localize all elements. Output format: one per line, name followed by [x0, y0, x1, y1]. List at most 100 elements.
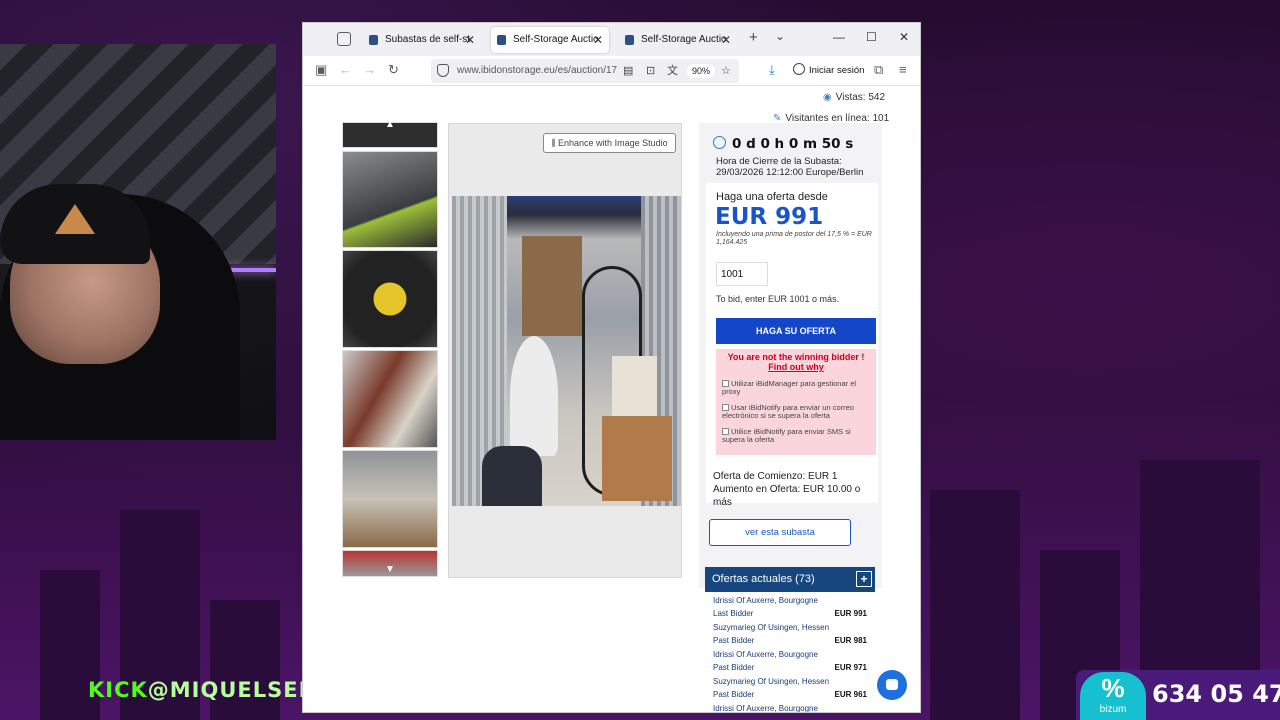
tab-auction-active[interactable]: Self-Storage Auction in ✕	[491, 27, 609, 53]
forward-icon[interactable]: →	[363, 62, 376, 77]
close-tab-icon[interactable]: ✕	[593, 27, 603, 53]
bizum-icon: %	[1101, 673, 1125, 703]
bid-from-label: Haga una oferta desde	[716, 191, 828, 203]
tab-bar: Subastas de self-storage ✕ Self-Storage …	[303, 23, 920, 56]
bid-hint: To bid, enter EUR 1001 o más.	[716, 294, 840, 304]
browser-window: Subastas de self-storage ✕ Self-Storage …	[302, 22, 921, 713]
auction-terms: Oferta de Comienzo: EUR 1 Aumento en Ofe…	[713, 470, 875, 509]
bid-increment: Aumento en Oferta: EUR 10.00 o más	[713, 484, 861, 508]
thumbnail[interactable]	[342, 350, 438, 448]
offers-header: Ofertas actuales (73) +	[705, 567, 875, 592]
bidder-name: Idrissi Of Auxerre, Bourgogne	[713, 704, 818, 713]
option-ibidmanager[interactable]: Utilizar iBidManager para gestionar el p…	[722, 380, 874, 396]
views-count: ◉ Vistas: 542	[823, 92, 885, 103]
reload-icon[interactable]: ↻	[388, 62, 399, 78]
thumbnail[interactable]	[342, 250, 438, 348]
thumbnail[interactable]	[342, 151, 438, 248]
kick-logo: KICK	[88, 678, 148, 702]
find-out-why-link[interactable]: Find out why	[716, 362, 876, 372]
current-bid-amount: EUR 991	[715, 204, 824, 230]
bidder-name: Suzymarieg Of Usingen, Hessen	[713, 677, 830, 686]
new-tab-icon[interactable]: +	[749, 29, 758, 46]
countdown-text: 0 d 0 h 0 m 50 s	[732, 136, 854, 152]
storage-unit-photo[interactable]	[452, 196, 681, 506]
bidder-status: Past Bidder	[713, 690, 755, 699]
auction-page: ◉ Vistas: 542 ✎ Visitantes en línea: 101 ▲…	[303, 87, 920, 713]
maximize-icon[interactable]: ☐	[866, 30, 877, 44]
offer-amount: EUR 981	[834, 636, 867, 645]
bidder-name: Idrissi Of Auxerre, Bourgogne	[713, 596, 818, 605]
checkbox[interactable]	[722, 428, 729, 435]
close-tab-icon[interactable]: ✕	[721, 27, 731, 53]
bizum-name: bizum	[1099, 704, 1127, 715]
photo-boxes	[522, 236, 582, 336]
bid-amount-input[interactable]	[716, 262, 768, 286]
sign-in-button[interactable]: Iniciar sesión	[793, 63, 864, 76]
zoom-level[interactable]: 90%	[687, 64, 716, 78]
enhance-image-button[interactable]: ⫼ Enhance with Image Studio	[543, 133, 676, 153]
webcam-feed	[0, 44, 276, 440]
place-bid-button[interactable]: HAGA SU OFERTA	[716, 318, 876, 344]
enhance-label: Enhance with Image Studio	[558, 138, 668, 148]
tab-list-icon[interactable]	[337, 32, 351, 46]
bid-box: Haga una oferta desde EUR 991 Incluyendo…	[706, 183, 878, 503]
screenshot-icon[interactable]: ⊡	[646, 59, 655, 83]
option-ibidnotify-email[interactable]: Usar iBidNotify para enviar un correo el…	[722, 404, 874, 420]
reader-view-icon[interactable]: ▤	[623, 59, 633, 83]
offer-row: Idrissi Of Auxerre, Bourgogne Past Bidde…	[705, 648, 875, 675]
close-tab-icon[interactable]: ✕	[465, 27, 475, 53]
back-icon[interactable]: ←	[339, 62, 352, 77]
bidder-name: Suzymarieg Of Usingen, Hessen	[713, 623, 830, 632]
account-icon	[793, 63, 805, 75]
tab-label: Self-Storage Auction in	[641, 34, 727, 45]
extensions-icon[interactable]: ⧉	[874, 62, 883, 78]
current-offers: Ofertas actuales (73) + Idrissi Of Auxer…	[705, 567, 875, 713]
sign-in-label: Iniciar sesión	[809, 65, 865, 76]
bookmark-star-icon[interactable]: ☆	[721, 59, 731, 83]
minimize-icon[interactable]: —	[833, 30, 845, 44]
main-gallery[interactable]: ⫼ Enhance with Image Studio	[448, 123, 682, 578]
offer-row: Suzymarieg Of Usingen, Hessen Past Bidde…	[705, 621, 875, 648]
chevron-down-icon[interactable]: ▼	[385, 564, 395, 575]
checkbox[interactable]	[722, 404, 729, 411]
downloads-icon[interactable]: ⤓	[769, 62, 775, 78]
photo-chair	[612, 356, 657, 416]
views-text: Vistas: 542	[835, 92, 886, 103]
eye-icon: ◉	[823, 92, 832, 103]
chevron-up-icon[interactable]: ▲	[385, 122, 395, 130]
checkbox[interactable]	[722, 380, 729, 387]
bidder-status: Past Bidder	[713, 663, 755, 672]
closing-time: 29/03/2026 12:12:00 Europe/Berlin	[716, 167, 864, 178]
sidebar-icon[interactable]: ▣	[315, 62, 327, 78]
option-label: Utilizar iBidManager para gestionar el p…	[722, 379, 857, 396]
bidder-status: Last Bidder	[713, 609, 754, 618]
view-auction-button[interactable]: ver esta subasta	[709, 519, 851, 546]
thumbnail-strip: ▲ ▼	[341, 122, 439, 577]
photo-table	[510, 336, 558, 456]
translate-icon[interactable]: 文	[667, 59, 678, 83]
option-ibidnotify-sms[interactable]: Utilice iBidNotify para enviar SMS si su…	[722, 428, 874, 444]
photo-boxes	[602, 416, 672, 501]
not-winning-warning: You are not the winning bidder ! Find ou…	[716, 349, 876, 455]
clock-icon	[713, 136, 726, 149]
bidder-name: Idrissi Of Auxerre, Bourgogne	[713, 650, 818, 659]
offer-row: Idrissi Of Auxerre, Bourgogne Last Bidde…	[705, 594, 875, 621]
chat-button[interactable]	[877, 670, 907, 700]
close-window-icon[interactable]: ✕	[899, 30, 909, 44]
tab-auction[interactable]: Self-Storage Auction in ✕	[619, 27, 737, 53]
not-winning-text: You are not the winning bidder !	[727, 352, 865, 362]
chat-icon	[886, 679, 898, 690]
thumbnail[interactable]	[342, 450, 438, 548]
menu-icon[interactable]: ≡	[899, 62, 907, 77]
url-text[interactable]: www.ibidonstorage.eu/es/auction/17	[457, 59, 617, 83]
offer-amount: EUR 961	[834, 690, 867, 699]
bid-panel: 0 d 0 h 0 m 50 s Hora de Cierre de la Su…	[699, 123, 882, 588]
plus-icon[interactable]: +	[856, 571, 872, 587]
bidder-status: Past Bidder	[713, 636, 755, 645]
shield-icon[interactable]	[437, 64, 449, 77]
tab-subastas[interactable]: Subastas de self-storage ✕	[363, 27, 481, 53]
address-bar[interactable]: www.ibidonstorage.eu/es/auction/17 ▤ ⊡ 文…	[431, 59, 739, 83]
offer-amount: EUR 991	[834, 609, 867, 618]
chevron-down-icon[interactable]: ⌄	[775, 29, 785, 43]
bizum-banner: % bizum 634 05 47 63	[1076, 670, 1280, 720]
